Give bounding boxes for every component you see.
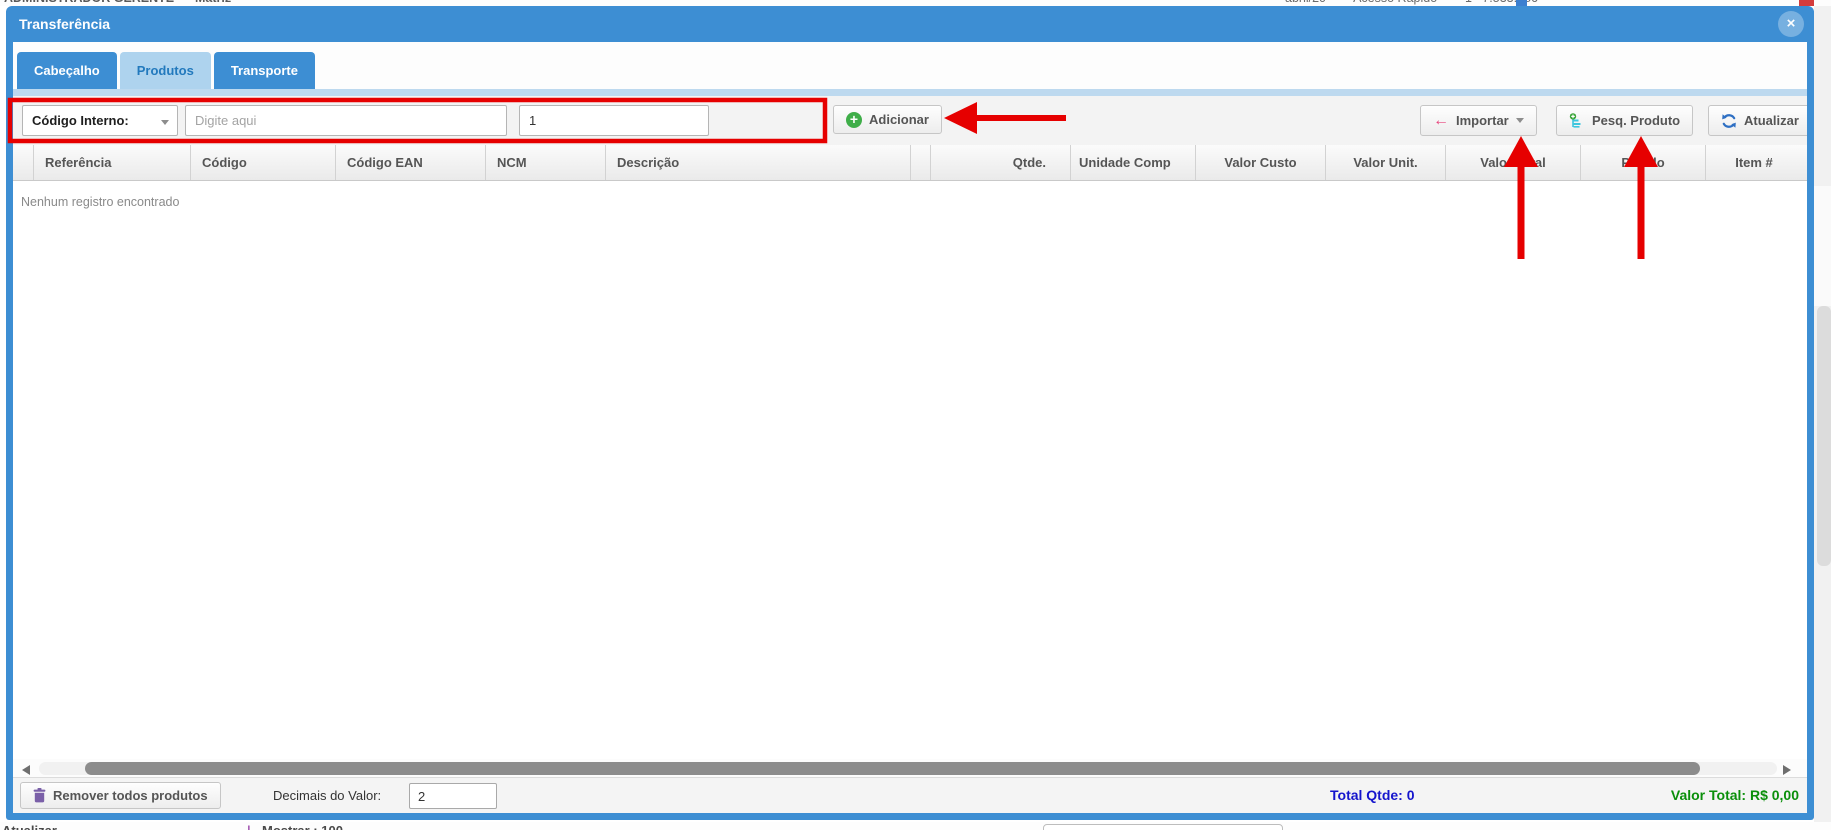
search-product-button[interactable]: Pesq. Produto <box>1556 105 1693 136</box>
tab-transporte[interactable]: Transporte <box>214 52 315 89</box>
column-header-pedido[interactable]: Pedido <box>1580 145 1705 180</box>
product-tree-icon <box>1569 113 1585 129</box>
modal-content: Cabeçalho Produtos Transporte Código Int… <box>13 42 1807 813</box>
add-button-label: Adicionar <box>869 112 929 127</box>
product-code-input[interactable] <box>185 105 507 136</box>
background-top-right-text: abril/20 Acesso Rápido 1 7.533.486 <box>1285 0 1538 5</box>
grid-header-row: Referência Código Código EAN NCM Descriç… <box>13 145 1807 181</box>
import-button[interactable]: ← Importar <box>1420 105 1537 136</box>
add-plus-icon: + <box>846 112 862 128</box>
background-top-left-text: ADMINISTRADOR GERENTE Matriz <box>4 0 231 5</box>
horizontal-scrollbar <box>13 759 1807 777</box>
remove-all-products-button[interactable]: Remover todos produtos <box>20 782 221 809</box>
import-dropdown-caret-icon <box>1516 118 1524 123</box>
background-bottombar: Atualizar | Mostrar : 100 <box>0 822 1831 830</box>
add-product-button[interactable]: + Adicionar <box>833 105 942 134</box>
remove-all-products-label: Remover todos produtos <box>53 788 208 803</box>
column-header-item[interactable]: Item # <box>1705 145 1802 180</box>
total-value: Valor Total: R$ 0,00 <box>1671 778 1799 813</box>
product-toolbar: Código Interno: + Adicionar ← Importar <box>13 96 1807 145</box>
background-bottom-input-fragment <box>1043 824 1283 830</box>
tab-divider-strip <box>13 89 1807 96</box>
transfer-modal: Transferência × Cabeçalho Produtos Trans… <box>6 6 1814 820</box>
column-header-valor-total[interactable]: Valor Total <box>1445 145 1580 180</box>
tab-cabecalho[interactable]: Cabeçalho <box>17 52 117 89</box>
empty-grid-message: Nenhum registro encontrado <box>13 181 179 209</box>
column-header-referencia[interactable]: Referência <box>33 145 190 180</box>
tab-produtos[interactable]: Produtos <box>120 52 211 89</box>
scroll-left-button[interactable] <box>22 763 34 774</box>
import-button-label: Importar <box>1456 113 1509 128</box>
background-right-white <box>1814 186 1831 306</box>
column-header-valor-custo[interactable]: Valor Custo <box>1195 145 1325 180</box>
import-arrow-icon: ← <box>1433 114 1449 128</box>
column-header-selector <box>13 145 33 180</box>
code-type-label: Código Interno: <box>23 113 153 128</box>
column-header-ncm[interactable]: NCM <box>485 145 605 180</box>
column-header-descricao[interactable]: Descrição <box>605 145 910 180</box>
code-type-select[interactable]: Código Interno: <box>22 105 178 136</box>
background-right-scroll-fragment <box>1817 306 1831 566</box>
column-header-codigo-ean[interactable]: Código EAN <box>335 145 485 180</box>
grid-body: Nenhum registro encontrado <box>13 181 1807 759</box>
chevron-down-icon <box>153 113 177 128</box>
column-header-codigo[interactable]: Código <box>190 145 335 180</box>
refresh-button[interactable]: Atualizar <box>1708 105 1807 136</box>
scrollbar-track[interactable] <box>39 762 1777 775</box>
column-header-unidade[interactable]: Unidade Comp <box>1070 145 1195 180</box>
page: ADMINISTRADOR GERENTE Matriz abril/20 Ac… <box>0 0 1831 830</box>
modal-titlebar: Transferência × <box>6 6 1814 42</box>
quantity-input[interactable] <box>519 105 709 136</box>
refresh-button-label: Atualizar <box>1744 113 1799 128</box>
background-right-strip <box>1814 6 1831 822</box>
scroll-right-button[interactable] <box>1783 763 1795 774</box>
scroll-left-icon <box>22 765 30 775</box>
scroll-right-icon <box>1783 765 1791 775</box>
column-header-valor-unit[interactable]: Valor Unit. <box>1325 145 1445 180</box>
column-header-spacer <box>910 145 930 180</box>
column-header-qtde[interactable]: Qtde. <box>930 145 1070 180</box>
search-product-label: Pesq. Produto <box>1592 113 1680 128</box>
background-bottom-atualizar: Atualizar <box>2 823 57 830</box>
close-icon: × <box>1787 15 1796 32</box>
decimals-label: Decimais do Valor: <box>273 778 381 813</box>
close-button[interactable]: × <box>1778 11 1804 37</box>
trash-icon <box>33 788 46 803</box>
scrollbar-thumb[interactable] <box>85 762 1700 775</box>
background-bottom-mostrar: Mostrar : 100 <box>262 823 343 830</box>
total-quantity-value: Total Qtde: 0 <box>1330 778 1415 813</box>
modal-title: Transferência <box>19 16 110 32</box>
background-bottom-separator: | <box>247 823 251 830</box>
decimals-input[interactable] <box>409 783 497 809</box>
modal-footer: Remover todos produtos Decimais do Valor… <box>13 777 1807 813</box>
tab-bar: Cabeçalho Produtos Transporte <box>13 42 1807 89</box>
refresh-icon <box>1721 113 1737 129</box>
